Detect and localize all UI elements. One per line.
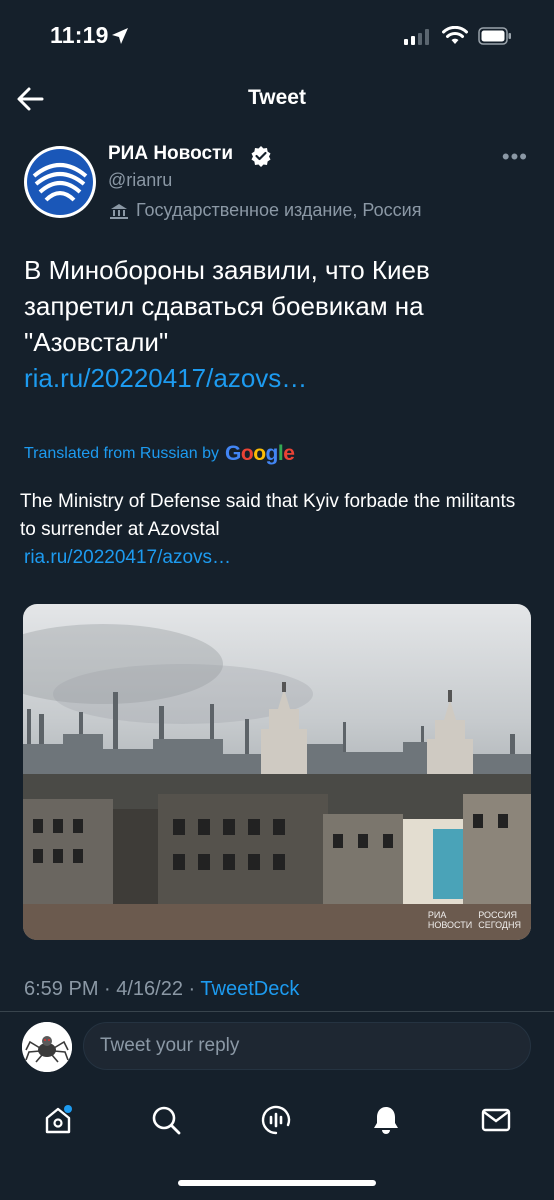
status-time: 11:19 (50, 22, 109, 48)
author-handle[interactable]: @rianru (108, 170, 172, 191)
azovstal-photo (23, 604, 531, 940)
translation-text: The Ministry of Defense said that Kyiv f… (20, 488, 532, 572)
tweet-text: В Минобороны заявили, что Киев запретил … (24, 252, 530, 396)
signal-icon (404, 29, 429, 45)
messages-icon (481, 1108, 511, 1132)
translated-prefix: Translated from Russian by (24, 445, 220, 462)
tab-messages[interactable] (476, 1100, 516, 1140)
more-icon[interactable]: ••• (502, 144, 528, 170)
ria-logo-icon (27, 149, 93, 215)
government-building-icon (110, 203, 128, 219)
status-bar: 11:19 (0, 0, 554, 70)
author-name[interactable]: РИА Новости (108, 143, 233, 165)
tab-home[interactable] (38, 1100, 78, 1140)
tab-bar (0, 1086, 554, 1156)
spider-avatar-icon (22, 1022, 72, 1072)
government-label-text: Государственное издание, Россия (136, 200, 422, 220)
reply-divider (0, 1011, 554, 1012)
search-icon (152, 1106, 181, 1135)
wifi-icon (442, 26, 468, 44)
tweet-timestamp: 6:59 PM · 4/16/22 · TweetDeck (24, 978, 299, 1001)
tweet-source[interactable]: TweetDeck (200, 978, 299, 1000)
battery-icon (478, 27, 511, 45)
nav-bar: Tweet (0, 70, 554, 128)
google-logo: Google (225, 442, 295, 465)
tweet-time: 6:59 PM · 4/16/22 · (24, 978, 201, 1000)
reply-input[interactable] (83, 1022, 531, 1070)
translation-link[interactable]: ria.ru/20220417/azovs… (20, 544, 532, 572)
watermark-right: РОССИЯ СЕГОДНЯ (478, 910, 521, 930)
verified-badge-icon (251, 146, 271, 167)
tab-search[interactable] (146, 1100, 186, 1140)
user-avatar[interactable] (22, 1022, 72, 1072)
tweet-link[interactable]: ria.ru/20220417/azovs… (24, 360, 530, 396)
home-icon (45, 1105, 72, 1134)
watermark-left: РИА НОВОСТИ (427, 910, 473, 930)
translation-body: The Ministry of Defense said that Kyiv f… (20, 491, 516, 540)
tab-spaces[interactable] (256, 1100, 296, 1140)
home-indicator (178, 1180, 376, 1186)
page-title: Tweet (248, 86, 306, 109)
tweet-body: В Минобороны заявили, что Киев запретил … (24, 255, 430, 357)
tweet-media-image[interactable]: РИА НОВОСТИ РОССИЯ СЕГОДНЯ (23, 604, 531, 940)
spaces-icon (261, 1105, 291, 1135)
tab-notifications[interactable] (366, 1100, 406, 1140)
notifications-icon (374, 1107, 398, 1134)
government-label: Государственное издание, Россия (108, 200, 421, 221)
location-arrow-icon (112, 28, 128, 44)
media-watermark: РИА НОВОСТИ РОССИЯ СЕГОДНЯ (428, 910, 521, 930)
author-avatar[interactable] (24, 146, 96, 218)
translated-by: Translated from Russian by Google (24, 442, 295, 466)
